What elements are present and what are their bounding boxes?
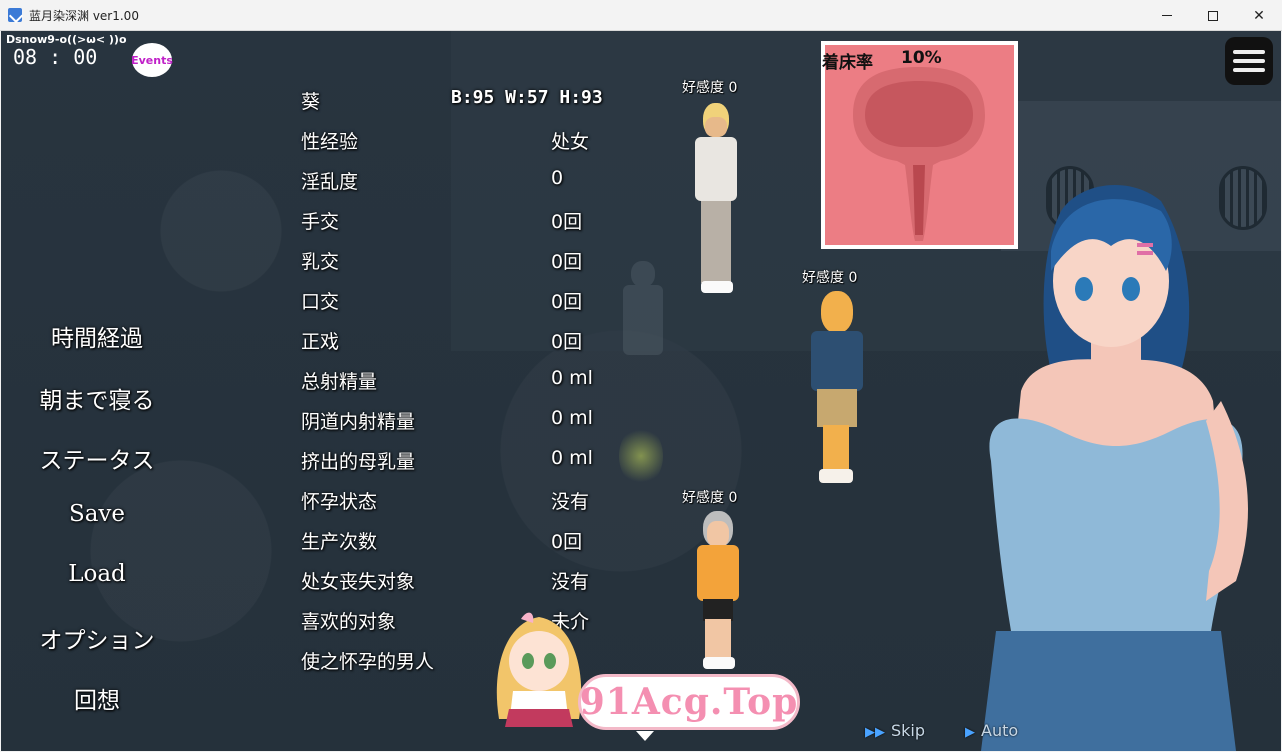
womb-rate-value: 10%	[901, 48, 942, 68]
stat-label: 处女丧失对象	[301, 571, 416, 593]
hamburger-icon	[1233, 50, 1265, 54]
stat-label: 使之怀孕的男人	[301, 651, 435, 673]
stat-value: 0 ml	[551, 407, 593, 429]
stat-value: 0回	[551, 331, 583, 353]
minimize-icon	[1162, 15, 1172, 16]
menu-status[interactable]: ステータス	[17, 441, 177, 475]
stat-label: 正戏	[301, 331, 340, 353]
app-icon	[8, 8, 22, 22]
stat-value: 没有	[551, 571, 590, 593]
npc-blond-man[interactable]	[691, 101, 741, 301]
stat-label: 阴道内射精量	[301, 411, 416, 433]
stat-value: 0回	[551, 251, 583, 273]
lantern-glow	[619, 426, 663, 486]
menu-save[interactable]: Save	[17, 501, 177, 527]
stat-label: 挤出的母乳量	[301, 451, 416, 473]
affection-label: 好感度 0	[802, 270, 858, 286]
stat-label: 乳交	[301, 251, 340, 273]
character-name: 葵	[301, 91, 321, 113]
stat-value: 处女	[551, 131, 590, 153]
stat-value: 0 ml	[551, 367, 593, 389]
watermark-badge: 91Acg.Top	[578, 674, 800, 730]
npc-gray-haired-man[interactable]	[695, 509, 741, 671]
watermark-text: 91Acg.Top	[579, 681, 799, 723]
menu-recollection[interactable]: 回想	[17, 681, 177, 715]
stat-label: 怀孕状态	[301, 491, 378, 513]
stat-value: 0 ml	[551, 447, 593, 469]
measurements: B:95 W:57 H:93	[451, 87, 603, 108]
womb-rate-label: 着床率	[822, 53, 873, 73]
stat-label: 总射精量	[301, 371, 378, 393]
hamburger-menu-button[interactable]	[1225, 37, 1273, 85]
stat-label: 淫乱度	[301, 171, 359, 193]
menu-time-pass[interactable]: 時間経過	[17, 319, 177, 353]
stat-value: 0回	[551, 531, 583, 553]
stat-label: 口交	[301, 291, 340, 313]
menu-sleep-until-morning[interactable]: 朝まで寝る	[17, 381, 177, 415]
events-button[interactable]: Events	[131, 43, 173, 77]
npc-bald-man[interactable]	[809, 289, 865, 495]
maximize-icon	[1208, 10, 1218, 21]
skip-button[interactable]: ▶▶ Skip	[865, 721, 925, 740]
stat-label: 喜欢的对象	[301, 611, 397, 633]
window-title: 蓝月染深渊 ver1.00	[29, 8, 139, 23]
stat-value: 0回	[551, 211, 583, 233]
auto-button[interactable]: ▶ Auto	[965, 721, 1018, 740]
affection-label: 好感度 0	[682, 490, 738, 506]
stat-label: 性经验	[301, 131, 359, 153]
background-shadow-figure	[621, 261, 666, 361]
game-viewport: Dsnow9-o((>ω< ))o 08 : 00 Events 時間経過 朝ま…	[1, 31, 1281, 751]
stat-value: 0	[551, 167, 564, 189]
window-titlebar: 蓝月染深渊 ver1.00 ✕	[0, 0, 1282, 31]
close-button[interactable]: ✕	[1236, 0, 1282, 31]
stat-label: 手交	[301, 211, 340, 233]
close-icon: ✕	[1253, 7, 1265, 24]
stat-value: 没有	[551, 491, 590, 513]
stat-label: 生产次数	[301, 531, 378, 553]
play-icon: ▶	[965, 725, 975, 740]
stat-value: 0回	[551, 291, 583, 313]
clock-display: 08 : 00	[13, 45, 98, 69]
affection-label: 好感度 0	[682, 80, 738, 96]
window-controls: ✕	[1144, 0, 1282, 31]
heroine-portrait	[981, 184, 1248, 751]
maximize-button[interactable]	[1190, 0, 1236, 31]
fast-forward-icon: ▶▶	[865, 725, 885, 740]
continue-arrow-icon	[636, 731, 654, 741]
menu-load[interactable]: Load	[17, 561, 177, 587]
watermark-mascot	[491, 609, 587, 729]
menu-options[interactable]: オプション	[17, 621, 177, 655]
minimize-button[interactable]	[1144, 0, 1190, 31]
